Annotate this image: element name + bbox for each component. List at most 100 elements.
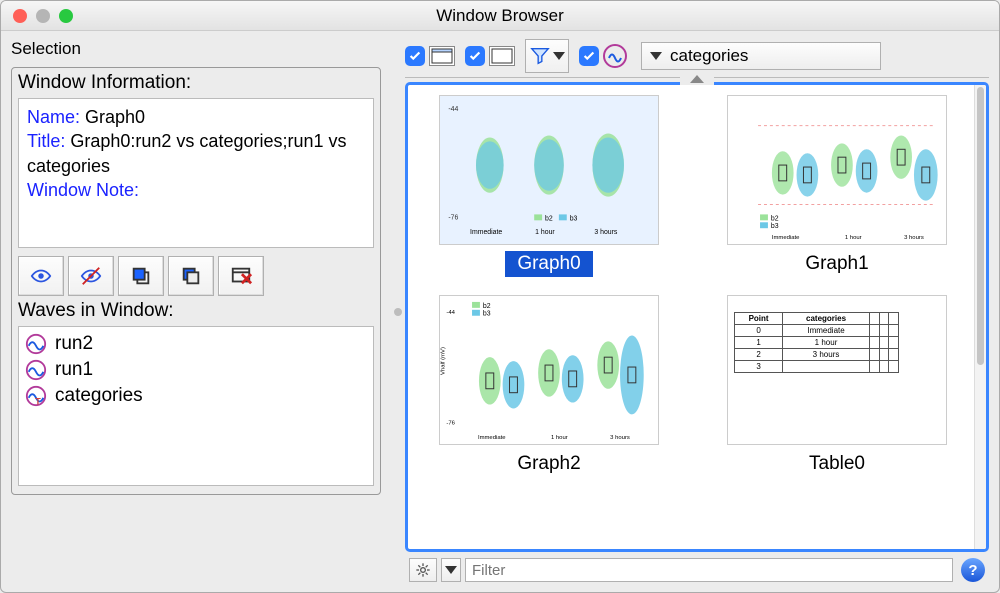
filter-input[interactable] (465, 558, 953, 582)
send-front-button[interactable] (118, 256, 164, 296)
selection-pane: Selection Window Information: Name: Grap… (1, 31, 391, 592)
svg-text:b2: b2 (483, 303, 491, 310)
thumbnail-preview: b2 b3 Immediate1 hour3 hours (727, 95, 947, 245)
thumbnail-label: Table0 (797, 451, 877, 477)
table-cell: 1 hour (783, 337, 870, 349)
svg-text:1 hour: 1 hour (845, 235, 862, 241)
window-titlebar: Window Browser (1, 1, 999, 31)
thumbnail-preview: b2 b3 -44 -76 Vhalf (mV) (439, 295, 659, 445)
table-cell: 1 (735, 337, 783, 349)
collapse-handle[interactable] (680, 73, 714, 85)
eye-slash-icon (80, 265, 102, 287)
info-name-value: Graph0 (85, 107, 145, 127)
thumbnail-graph0[interactable]: -44 -76 b2 b3 Immediate 1 hour 3 hours (420, 95, 678, 277)
table-header: categories (783, 313, 870, 325)
svg-text:-44: -44 (446, 310, 455, 316)
window-information-group: Window Information: Name: Graph0 Title: … (11, 67, 381, 495)
checkbox-checked-icon (579, 46, 599, 66)
list-item[interactable]: run2 (25, 331, 367, 357)
info-name-key: Name: (27, 107, 80, 127)
wave-icon (25, 333, 47, 355)
text-wave-icon: T (25, 385, 47, 407)
svg-text:1 hour: 1 hour (551, 435, 568, 441)
thumbnail-preview: -44 -76 b2 b3 Immediate 1 hour 3 hours (439, 95, 659, 245)
help-button[interactable]: ? (961, 558, 985, 582)
svg-text:-76: -76 (446, 420, 455, 426)
window-toolbar (18, 256, 374, 296)
traffic-lights (13, 9, 73, 23)
eye-icon (30, 265, 52, 287)
wave-icon (603, 44, 627, 68)
filter-bar: categories (405, 39, 989, 78)
kill-window-button[interactable] (218, 256, 264, 296)
bottom-filter-bar: ? (405, 556, 989, 584)
show-tables-toggle[interactable] (465, 46, 515, 66)
wave-name: run2 (55, 333, 93, 355)
svg-text:T: T (35, 396, 41, 406)
window-browser: Window Browser Selection Window Informat… (0, 0, 1000, 593)
window-information-title: Window Information: (18, 72, 374, 94)
info-title-key: Title: (27, 131, 65, 151)
svg-text:1 hour: 1 hour (535, 229, 555, 236)
filter-options-button[interactable] (525, 39, 569, 73)
thumbnail-preview: Pointcategories 0Immediate 11 hour 23 ho… (727, 295, 947, 445)
svg-text:3 hours: 3 hours (904, 235, 924, 241)
show-graphs-toggle[interactable] (405, 46, 455, 66)
wave-name: run1 (55, 359, 93, 381)
table-icon: Pointcategories 0Immediate 11 hour 23 ho… (728, 296, 946, 444)
filter-by-wave-toggle[interactable] (579, 44, 627, 68)
svg-text:Immediate: Immediate (478, 435, 506, 441)
table-window-icon (489, 46, 515, 66)
window-title: Window Browser (1, 6, 999, 26)
chevron-down-icon (650, 52, 662, 60)
send-back-icon (180, 265, 202, 287)
thumbnail-area: -44 -76 b2 b3 Immediate 1 hour 3 hours (405, 82, 989, 552)
svg-text:b2: b2 (771, 215, 779, 222)
close-icon[interactable] (13, 9, 27, 23)
list-item[interactable]: T categories (25, 383, 367, 409)
svg-text:3 hours: 3 hours (594, 229, 618, 236)
filter-menu-button[interactable] (441, 558, 461, 582)
graph-window-icon (429, 46, 455, 66)
list-item[interactable]: run1 (25, 357, 367, 383)
wave-filter-dropdown[interactable]: categories (641, 42, 881, 70)
settings-button[interactable] (409, 558, 437, 582)
minimize-icon[interactable] (36, 9, 50, 23)
svg-text:b2: b2 (545, 215, 553, 222)
window-close-icon (230, 265, 252, 287)
show-window-button[interactable] (18, 256, 64, 296)
table-cell: 3 (735, 361, 783, 373)
thumbnail-label: Graph1 (793, 251, 880, 277)
thumbnail-graph1[interactable]: b2 b3 Immediate1 hour3 hours Graph1 (708, 95, 966, 277)
svg-text:-44: -44 (448, 106, 458, 113)
waves-list: run2 run1 T categories (18, 326, 374, 486)
thumbnail-graph2[interactable]: b2 b3 -44 -76 Vhalf (mV) (420, 295, 678, 477)
scrollbar[interactable] (974, 85, 986, 549)
svg-text:Immediate: Immediate (772, 235, 800, 241)
window-information-text: Name: Graph0 Title: Graph0:run2 vs categ… (18, 98, 374, 248)
violin-plot-icon: b2 b3 Immediate1 hour3 hours (728, 96, 946, 244)
splitter[interactable] (391, 31, 405, 592)
table-cell: 2 (735, 349, 783, 361)
hide-window-button[interactable] (68, 256, 114, 296)
thumbnail-table0[interactable]: Pointcategories 0Immediate 11 hour 23 ho… (708, 295, 966, 477)
waves-in-window-title: Waves in Window: (18, 300, 374, 322)
svg-text:b3: b3 (570, 215, 578, 222)
svg-text:b3: b3 (483, 311, 491, 318)
violin-plot-icon: b2 b3 -44 -76 Vhalf (mV) (440, 296, 658, 444)
gear-icon (415, 562, 431, 578)
wave-icon (25, 359, 47, 381)
svg-text:Vhalf (mV): Vhalf (mV) (440, 347, 446, 375)
wave-name: categories (55, 385, 143, 407)
table-header: Point (735, 313, 783, 325)
send-front-icon (130, 265, 152, 287)
violin-plot-icon: -44 -76 b2 b3 Immediate 1 hour 3 hours (440, 96, 658, 244)
send-back-button[interactable] (168, 256, 214, 296)
chevron-down-icon (445, 566, 457, 574)
wave-filter-value: categories (670, 46, 748, 66)
checkbox-checked-icon (405, 46, 425, 66)
table-cell (783, 361, 870, 373)
fullscreen-icon[interactable] (59, 9, 73, 23)
table-cell: Immediate (783, 325, 870, 337)
svg-text:-76: -76 (448, 214, 458, 221)
